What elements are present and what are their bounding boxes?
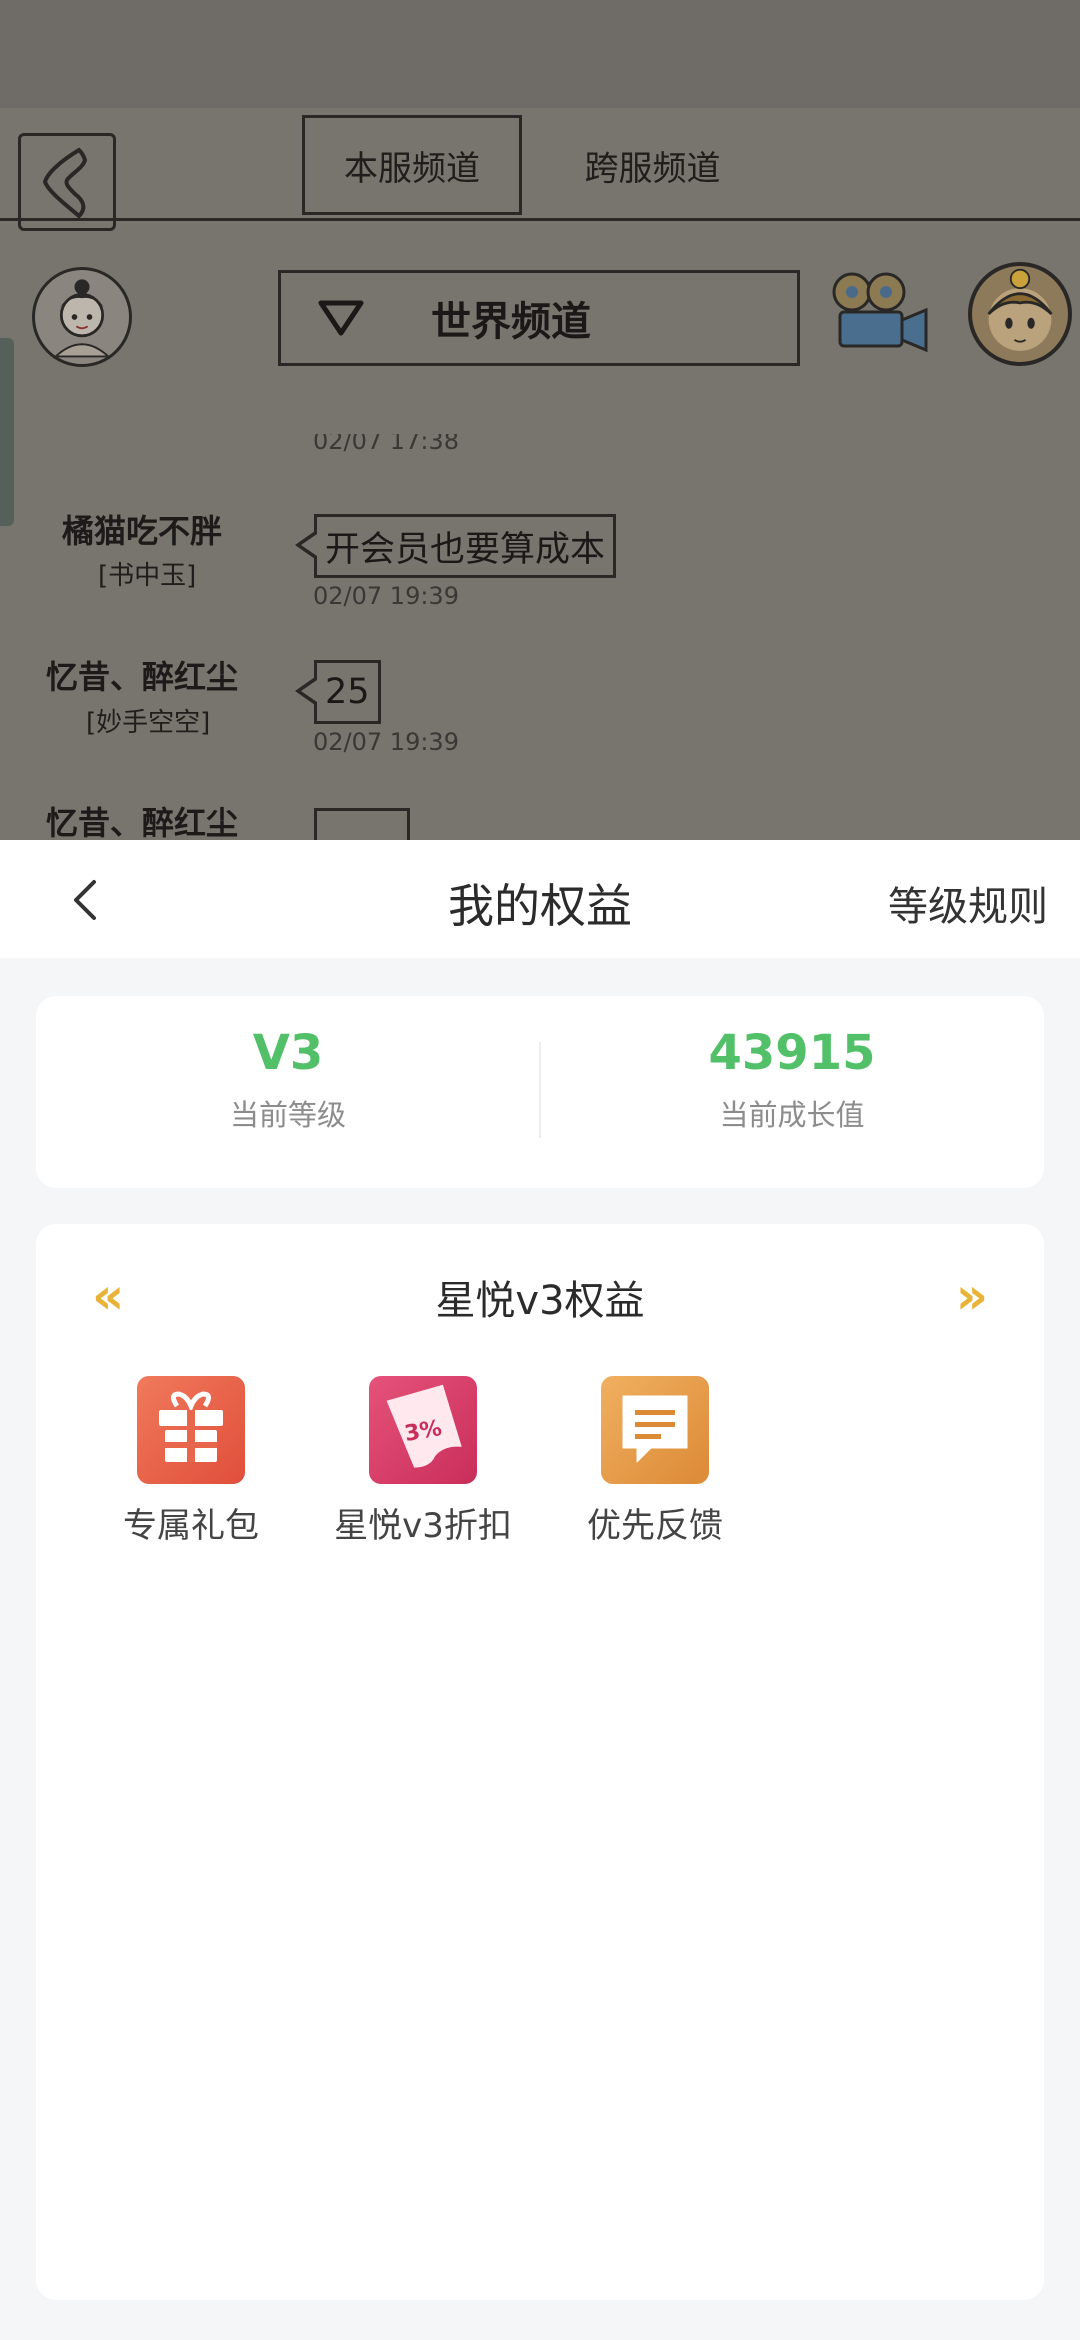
discount-icon: 3% <box>369 1376 477 1484</box>
benefit-label: 专属礼包 <box>123 1506 259 1546</box>
message-sender: 忆昔、醉红尘 <box>46 804 239 840</box>
growth-value-label: 当前成长值 <box>719 1098 865 1132</box>
level-stats-card: V3 当前等级 43915 当前成长值 <box>36 996 1044 1188</box>
triangle-down-icon <box>281 300 401 336</box>
benefit-label: 优先反馈 <box>587 1506 723 1546</box>
message-time-partial: 02/07 17:38 <box>313 434 459 455</box>
camera-icon[interactable] <box>828 268 932 360</box>
growth-value: 43915 <box>708 1025 876 1081</box>
benefit-label: 星悦v3折扣 <box>334 1506 512 1546</box>
current-level-label: 当前等级 <box>229 1098 346 1132</box>
channel-label: 世界频道 <box>431 299 591 345</box>
message-sender-tag: [书中玉] <box>98 561 197 591</box>
left-edge-handle[interactable] <box>0 338 14 526</box>
player-avatar[interactable] <box>32 267 132 367</box>
message-bubble: 开会员也要算成本 <box>294 514 617 578</box>
avatar-girl-icon <box>53 279 111 358</box>
benefit-discount[interactable]: 3% 星悦v3折扣 <box>323 1376 523 1547</box>
feedback-icon <box>601 1376 709 1484</box>
benefit-exclusive-gift[interactable]: 专属礼包 <box>91 1376 291 1547</box>
game-top-band <box>0 0 1080 108</box>
level-rules-link[interactable]: 等级规则 <box>888 874 1048 932</box>
gift-icon <box>137 1376 245 1484</box>
message-bubble-partial <box>314 808 410 840</box>
next-level-arrow-icon[interactable]: » <box>956 1266 988 1326</box>
chevron-left-icon <box>42 147 88 219</box>
current-level-stat: V3 当前等级 <box>36 1024 540 1134</box>
tab-cross-server-channel[interactable]: 跨服频道 <box>560 115 745 215</box>
growth-value-stat: 43915 当前成长值 <box>540 1024 1044 1134</box>
benefit-priority-feedback[interactable]: 优先反馈 <box>555 1376 755 1547</box>
message-bubble: 25 <box>295 660 381 724</box>
divider-line <box>0 218 1080 221</box>
background-game-screen: 本服频道 跨服频道 世界频道 02/07 17:38 橘猫吃不胖 [书中玉] 开… <box>0 0 1080 840</box>
tab-local-channel[interactable]: 本服频道 <box>302 115 522 215</box>
benefits-card: « 星悦v3权益 » 专属礼包 3% 星悦v3折扣 优先反馈 <box>36 1224 1044 2300</box>
message-sender: 橘猫吃不胖 <box>62 512 223 550</box>
character-avatar[interactable] <box>968 262 1072 366</box>
benefits-sheet: 我的权益 等级规则 V3 当前等级 43915 当前成长值 « 星悦v3权益 » <box>0 840 1080 2340</box>
current-level-value: V3 <box>252 1025 324 1081</box>
game-back-button[interactable] <box>18 133 116 231</box>
channel-dropdown[interactable]: 世界频道 <box>278 270 800 366</box>
message-sender-tag: [妙手空空] <box>86 708 211 738</box>
message-sender: 忆昔、醉红尘 <box>46 658 239 696</box>
benefits-title: 星悦v3权益 <box>435 1278 645 1324</box>
sheet-header: 我的权益 等级规则 <box>0 840 1080 958</box>
message-time: 02/07 19:39 <box>313 728 459 756</box>
message-time: 02/07 19:39 <box>313 582 459 610</box>
avatar-character-icon <box>987 268 1053 351</box>
